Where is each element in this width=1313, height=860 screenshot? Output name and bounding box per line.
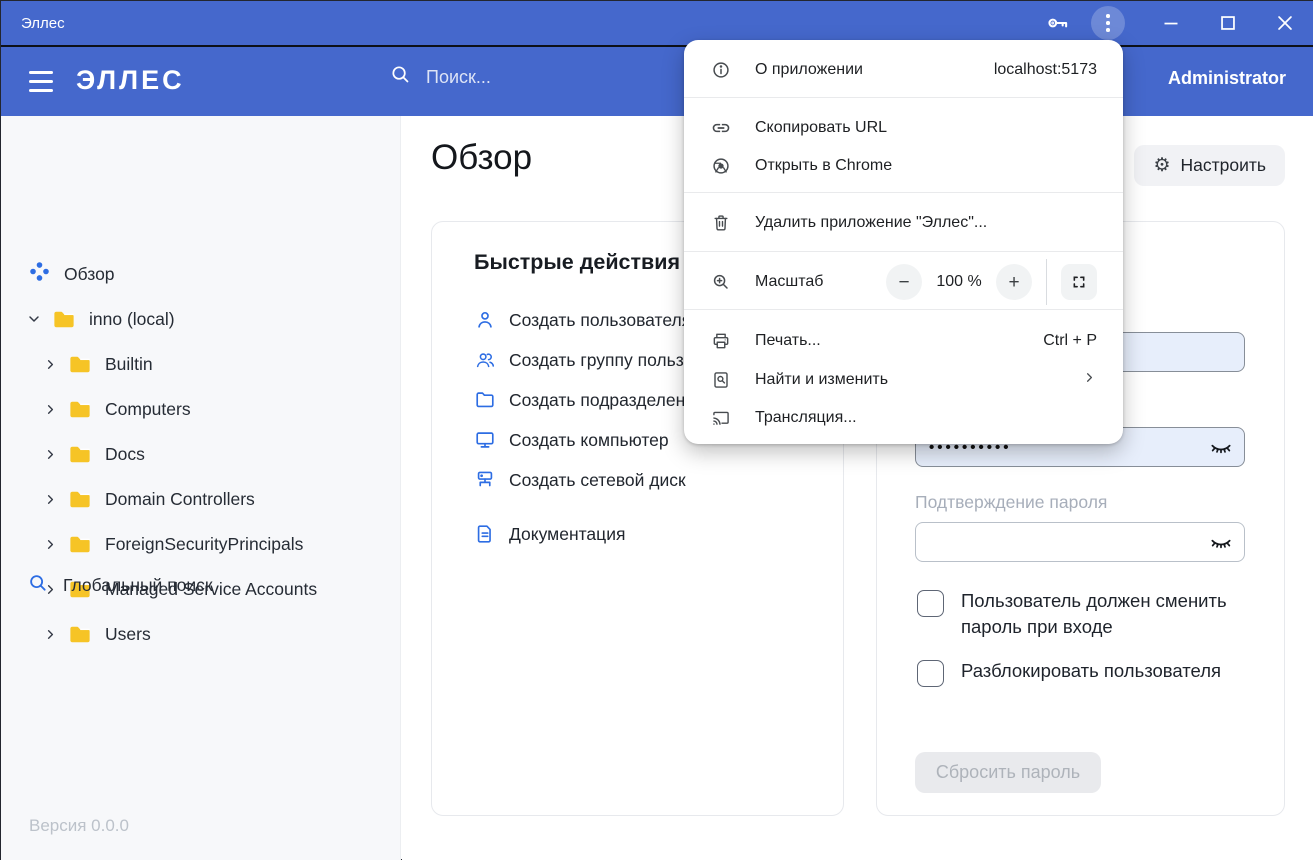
zoom-out-button[interactable]: −: [886, 264, 922, 300]
app-menu-button[interactable]: [1085, 1, 1131, 45]
chrome-app-menu: О приложении localhost:5173 Скопировать …: [684, 40, 1123, 444]
menu-item-uninstall[interactable]: Удалить приложение "Эллес"...: [684, 204, 1123, 242]
find-in-page-icon: [711, 370, 731, 390]
menu-vertical-divider: [1046, 259, 1047, 305]
kebab-icon: [1091, 6, 1125, 40]
sidebar-item-users[interactable]: Users: [41, 618, 151, 650]
menu-divider: [684, 309, 1123, 310]
zoom-in-button[interactable]: +: [996, 264, 1032, 300]
chevron-right-icon[interactable]: [41, 625, 59, 643]
folder-icon: [69, 400, 91, 419]
chevron-right-icon[interactable]: [41, 535, 59, 553]
menu-item-find-and-edit[interactable]: Найти и изменить: [684, 361, 1123, 399]
fullscreen-button[interactable]: [1061, 264, 1097, 300]
maximize-button[interactable]: [1205, 1, 1251, 45]
confirm-password-field[interactable]: [915, 522, 1245, 562]
create-ou-link[interactable]: Создать подразделение: [474, 380, 705, 420]
documentation-link[interactable]: Документация: [474, 514, 625, 554]
menu-item-open-in-chrome[interactable]: Открыть в Chrome: [684, 147, 1123, 185]
sidebar-item-docs[interactable]: Docs: [41, 438, 145, 470]
checkbox[interactable]: [917, 590, 944, 617]
unlock-user-checkbox-row[interactable]: Разблокировать пользователя: [917, 658, 1231, 687]
chevron-right-icon[interactable]: [41, 490, 59, 508]
document-icon: [474, 523, 496, 545]
passkey-icon[interactable]: [1035, 1, 1081, 45]
sidebar-item-computers[interactable]: Computers: [41, 393, 191, 425]
menu-divider: [684, 97, 1123, 98]
search-icon: [389, 63, 412, 91]
checkbox[interactable]: [917, 660, 944, 687]
page-title: Обзор: [431, 138, 532, 178]
create-user-link[interactable]: Создать пользователя: [474, 300, 691, 340]
chevron-down-icon[interactable]: [25, 310, 43, 328]
shortcut-hint: Ctrl + P: [1043, 332, 1097, 350]
submenu-chevron-icon: [1082, 370, 1097, 390]
hamburger-menu-icon[interactable]: [29, 71, 53, 92]
menu-divider: [684, 192, 1123, 193]
close-button[interactable]: [1262, 1, 1308, 45]
sidebar-item-global-search[interactable]: Глобальный поиск: [27, 569, 213, 601]
app-logo: ЭЛЛЕС: [76, 65, 185, 96]
folder-icon: [69, 355, 91, 374]
must-change-password-checkbox-row[interactable]: Пользователь должен сменить пароль при в…: [917, 588, 1231, 639]
chevron-right-icon[interactable]: [41, 445, 59, 463]
window-title: Эллес: [21, 15, 65, 32]
sidebar-item-domain-controllers[interactable]: Domain Controllers: [41, 483, 255, 515]
gear-icon: ⚙: [1153, 156, 1170, 175]
toggle-password-visibility-button[interactable]: [1208, 530, 1234, 556]
quick-actions-title: Быстрые действия: [474, 250, 680, 275]
eye-closed-icon: [1208, 435, 1234, 461]
fullscreen-icon: [1071, 274, 1087, 290]
folder-icon: [69, 625, 91, 644]
folder-icon: [69, 490, 91, 509]
sidebar-item-domain-root[interactable]: inno (local): [25, 303, 175, 335]
chevron-right-icon[interactable]: [41, 400, 59, 418]
reset-password-button[interactable]: Сбросить пароль: [915, 752, 1101, 793]
zoom-level: 100 %: [922, 273, 996, 291]
current-user[interactable]: Administrator: [1168, 68, 1286, 89]
sidebar: Обзор inno (local) Builtin Computers Doc…: [1, 116, 401, 860]
sidebar-item-foreign-security-principals[interactable]: ForeignSecurityPrincipals: [41, 528, 303, 560]
overview-dots-icon: [29, 261, 50, 287]
trash-icon: [711, 213, 731, 233]
sidebar-item-builtin[interactable]: Builtin: [41, 348, 153, 380]
cast-icon: [711, 408, 731, 428]
titlebar: Эллес: [1, 1, 1313, 45]
confirm-password-label: Подтверждение пароля: [915, 492, 1107, 513]
menu-item-print[interactable]: Печать... Ctrl + P: [684, 322, 1123, 360]
folder-icon: [53, 310, 75, 329]
app-host: localhost:5173: [994, 61, 1097, 79]
menu-item-zoom: Масштаб − 100 % +: [684, 257, 1123, 307]
configure-button[interactable]: ⚙ Настроить: [1134, 145, 1285, 186]
menu-divider: [684, 251, 1123, 252]
eye-closed-icon: [1208, 530, 1234, 556]
create-network-drive-link[interactable]: Создать сетевой диск: [474, 460, 686, 500]
app-version: Версия 0.0.0: [29, 816, 129, 836]
chrome-icon: [711, 156, 731, 176]
search-icon: [27, 572, 49, 599]
zoom-in-icon: [711, 272, 731, 292]
monitor-icon: [474, 429, 496, 451]
sidebar-item-overview[interactable]: Обзор: [29, 258, 115, 290]
folder-outline-icon: [474, 389, 496, 411]
minimize-button[interactable]: [1148, 1, 1194, 45]
network-drive-icon: [474, 469, 496, 491]
toggle-password-visibility-button[interactable]: [1208, 435, 1234, 461]
menu-item-about[interactable]: О приложении localhost:5173: [684, 51, 1123, 89]
link-icon: [711, 118, 731, 138]
create-computer-link[interactable]: Создать компьютер: [474, 420, 669, 460]
chevron-right-icon[interactable]: [41, 355, 59, 373]
folder-icon: [69, 445, 91, 464]
printer-icon: [711, 331, 731, 351]
info-icon: [711, 60, 731, 80]
folder-icon: [69, 535, 91, 554]
menu-item-cast[interactable]: Трансляция...: [684, 399, 1123, 437]
menu-item-copy-url[interactable]: Скопировать URL: [684, 109, 1123, 147]
user-icon: [474, 309, 496, 331]
users-group-icon: [474, 349, 496, 371]
